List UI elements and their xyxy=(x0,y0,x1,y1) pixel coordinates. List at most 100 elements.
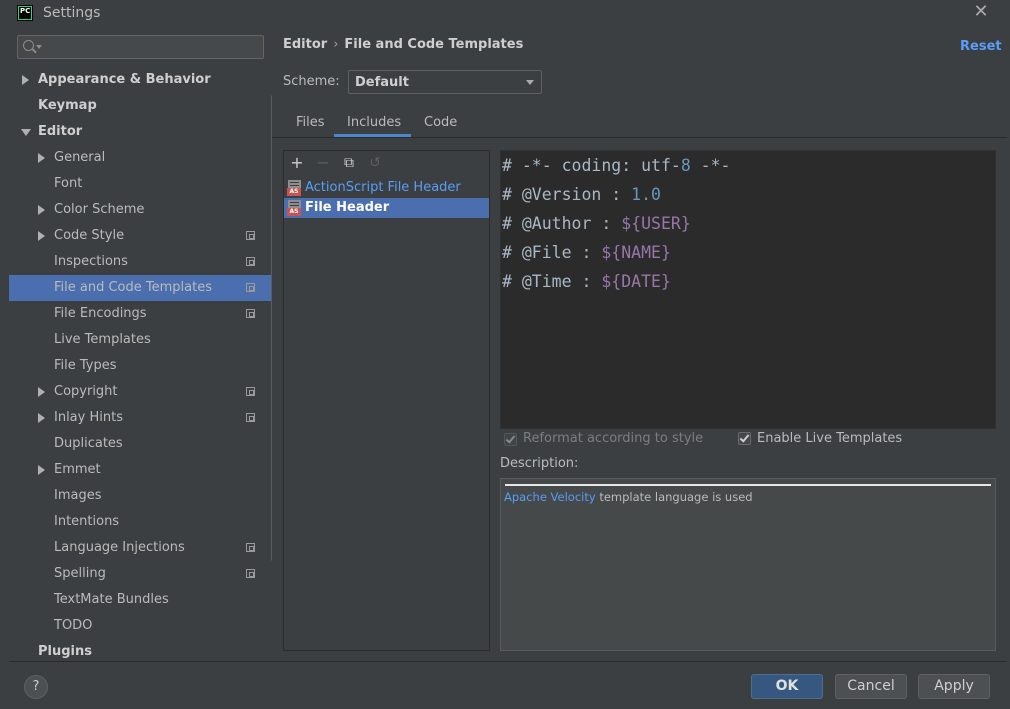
code-text: # @File : xyxy=(502,243,602,262)
sidebar-item-file-encodings[interactable]: File Encodings xyxy=(9,301,272,327)
sidebar-item-language-injections[interactable]: Language Injections xyxy=(9,535,272,561)
sidebar-item-label: General xyxy=(54,150,106,165)
sidebar-item-spelling[interactable]: Spelling xyxy=(9,561,272,587)
sidebar-item-textmate-bundles[interactable]: TextMate Bundles xyxy=(9,587,272,613)
sidebar-item-label: Live Templates xyxy=(54,332,151,347)
description-rule xyxy=(505,484,991,486)
apache-velocity-link[interactable]: Apache Velocity xyxy=(504,490,596,504)
template-list-panel: + − ⧉ ↺ AS ActionScript File Header AS F… xyxy=(283,150,490,651)
tabs-divider xyxy=(272,137,1007,138)
project-scope-icon xyxy=(246,283,255,292)
help-button[interactable]: ? xyxy=(24,675,48,699)
sidebar-item-label: File Types xyxy=(54,358,117,373)
add-icon[interactable]: + xyxy=(287,153,307,173)
sidebar-item-label: Inspections xyxy=(54,254,128,269)
sidebar-item-intentions[interactable]: Intentions xyxy=(9,509,272,535)
sidebar-item-label: Images xyxy=(54,488,102,503)
sidebar-item-editor[interactable]: Editor xyxy=(9,119,272,145)
breadcrumb-editor: Editor xyxy=(283,37,328,52)
settings-sidebar: Appearance & Behavior Keymap Editor General… xyxy=(9,27,278,661)
breadcrumb-page: File and Code Templates xyxy=(344,37,524,52)
chevron-right-icon[interactable] xyxy=(38,205,45,215)
project-scope-icon xyxy=(246,413,255,422)
list-item[interactable]: AS File Header xyxy=(284,198,489,218)
apply-button[interactable]: Apply xyxy=(918,674,990,699)
description-body: template language is used xyxy=(595,490,753,504)
chevron-right-icon[interactable] xyxy=(38,153,45,163)
tab-files[interactable]: Files xyxy=(296,115,325,130)
reformat-checkbox[interactable] xyxy=(504,433,517,446)
sidebar-item-emmet[interactable]: Emmet xyxy=(9,457,272,483)
tab-includes[interactable]: Includes xyxy=(347,115,401,130)
search-input[interactable] xyxy=(17,35,264,59)
chevron-right-icon[interactable] xyxy=(22,75,29,85)
copy-icon[interactable]: ⧉ xyxy=(339,153,359,173)
code-text: # -*- coding: utf- xyxy=(502,156,681,175)
sidebar-item-inlay-hints[interactable]: Inlay Hints xyxy=(9,405,272,431)
description-text: Apache Velocity template language is use… xyxy=(504,490,753,504)
template-code-editor[interactable]: # -*- coding: utf-8 -*- # @Version : 1.0 #… xyxy=(500,150,996,429)
cancel-button[interactable]: Cancel xyxy=(835,674,907,699)
scheme-dropdown[interactable]: Default xyxy=(348,70,542,94)
template-name: File Header xyxy=(305,200,390,215)
live-templates-checkbox[interactable] xyxy=(738,432,751,445)
sidebar-item-images[interactable]: Images xyxy=(9,483,272,509)
sidebar-item-inspections[interactable]: Inspections xyxy=(9,249,272,275)
description-label: Description: xyxy=(500,456,579,471)
chevron-right-icon[interactable] xyxy=(38,387,45,397)
reset-icon[interactable]: ↺ xyxy=(365,153,385,173)
sidebar-item-label: Spelling xyxy=(54,566,106,581)
title-bar: PC Settings ✕ xyxy=(0,0,1010,27)
sidebar-item-duplicates[interactable]: Duplicates xyxy=(9,431,272,457)
sidebar-item-color-scheme[interactable]: Color Scheme xyxy=(9,197,272,223)
code-line: # @Author : ${USER} xyxy=(502,214,691,233)
sidebar-item-label: File and Code Templates xyxy=(54,280,212,295)
code-text: # @Time : xyxy=(502,272,602,291)
template-name: ActionScript File Header xyxy=(305,180,461,195)
project-scope-icon xyxy=(246,257,255,266)
template-list-toolbar: + − ⧉ ↺ xyxy=(284,151,489,175)
remove-icon[interactable]: − xyxy=(313,153,333,173)
sidebar-item-code-style[interactable]: Code Style xyxy=(9,223,272,249)
code-text: # @Author : xyxy=(502,214,622,233)
dialog-footer: ? OK Cancel Apply xyxy=(9,661,1007,709)
sidebar-item-todo[interactable]: TODO xyxy=(9,613,272,639)
sidebar-item-font[interactable]: Font xyxy=(9,171,272,197)
chevron-right-icon[interactable] xyxy=(38,465,45,475)
scheme-value: Default xyxy=(355,75,409,90)
sidebar-item-label: Plugins xyxy=(38,644,92,659)
chevron-right-icon[interactable] xyxy=(38,413,45,423)
sidebar-item-file-and-code-templates[interactable]: File and Code Templates xyxy=(9,275,272,301)
sidebar-item-label: Inlay Hints xyxy=(54,410,123,425)
window-title: Settings xyxy=(43,5,101,21)
file-template-icon: AS xyxy=(287,200,302,216)
breadcrumb: Editor › File and Code Templates xyxy=(283,37,523,52)
list-item[interactable]: AS ActionScript File Header xyxy=(284,178,489,198)
project-scope-icon xyxy=(246,543,255,552)
sidebar-item-general[interactable]: General xyxy=(9,145,272,171)
code-line: # @File : ${NAME} xyxy=(502,243,671,262)
sidebar-item-label: Color Scheme xyxy=(54,202,145,217)
tab-code[interactable]: Code xyxy=(424,115,457,130)
sidebar-item-label: Intentions xyxy=(54,514,120,529)
sidebar-item-label: Code Style xyxy=(54,228,125,243)
sidebar-item-live-templates[interactable]: Live Templates xyxy=(9,327,272,353)
ok-button[interactable]: OK xyxy=(751,674,823,699)
code-number: 1.0 xyxy=(631,185,661,204)
sidebar-item-copyright[interactable]: Copyright xyxy=(9,379,272,405)
close-icon[interactable]: ✕ xyxy=(971,3,991,23)
sidebar-item-keymap[interactable]: Keymap xyxy=(9,93,272,119)
project-scope-icon xyxy=(246,569,255,578)
sidebar-item-appearance-behavior[interactable]: Appearance & Behavior xyxy=(9,67,272,93)
code-line: # -*- coding: utf-8 -*- xyxy=(502,156,731,175)
chevron-right-icon[interactable] xyxy=(38,231,45,241)
settings-content: Editor › File and Code Templates Reset Sch… xyxy=(272,27,1007,661)
code-text: # @Version : xyxy=(502,185,632,204)
reset-link[interactable]: Reset xyxy=(960,39,1002,54)
sidebar-item-label: TODO xyxy=(54,618,93,633)
sidebar-item-file-types[interactable]: File Types xyxy=(9,353,272,379)
chevron-down-icon[interactable] xyxy=(21,129,31,136)
window-left-edge xyxy=(0,27,9,709)
pycharm-app-icon: PC xyxy=(17,5,33,21)
sidebar-item-label: Language Injections xyxy=(54,540,185,555)
